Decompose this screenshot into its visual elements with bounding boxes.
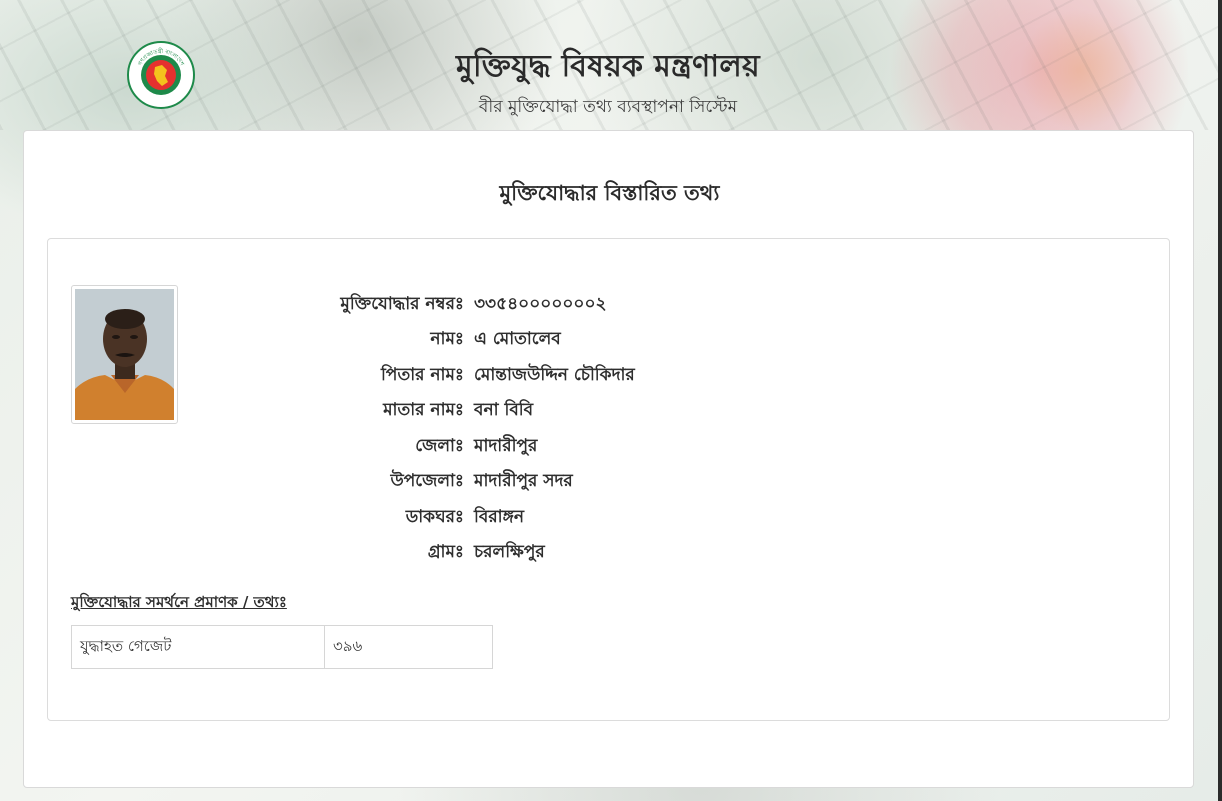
proof-number-cell: ৩৯৬: [324, 625, 493, 669]
field-label: মুক্তিযোদ্ধার নম্বরঃ: [340, 293, 464, 314]
field-father-name: পিতার নামঃ মোন্তাজউদ্দিন চৌকিদার: [248, 358, 635, 394]
proof-heading: মুক্তিযোদ্ধার সমর্থনে প্রমাণক / তথ্যঃ: [71, 593, 287, 611]
portrait-image: [75, 289, 174, 420]
field-mother-name: মাতার নামঃ বনা বিবি: [248, 394, 635, 430]
field-fighter-number: মুক্তিযোদ্ধার নম্বরঃ ৩৩৫৪০০০০০০০২: [248, 287, 635, 323]
field-label: গ্রামঃ: [427, 542, 464, 563]
field-name: নামঃ এ মোতালেব: [248, 323, 635, 359]
field-value: চরলক্ষিপুর: [474, 542, 545, 563]
site-header: গণপ্রজাতন্ত্রী বাংলাদেশ সরকার মুক্তিযুদ্…: [0, 0, 1222, 130]
field-label: ডাকঘরঃ: [405, 506, 464, 527]
field-value: মাদারীপুর সদর: [474, 471, 573, 492]
freedom-fighter-photo: [71, 285, 178, 424]
table-row: যুদ্ধাহত গেজেট ৩৯৬: [71, 625, 493, 669]
proof-table: যুদ্ধাহত গেজেট ৩৯৬: [71, 625, 493, 669]
main-card: মুক্তিযোদ্ধার বিস্তারিত তথ্য মুক্তিযোদ্ধ…: [23, 130, 1194, 788]
field-value: মাদারীপুর: [474, 435, 538, 456]
field-label: নামঃ: [430, 329, 464, 350]
field-upazila: উপজেলাঃ মাদারীপুর সদর: [248, 465, 635, 501]
window-scrollbar[interactable]: [1218, 0, 1222, 801]
field-label: পিতার নামঃ: [381, 364, 464, 385]
page-title: মুক্তিযোদ্ধার বিস্তারিত তথ্য: [499, 180, 720, 205]
field-label: মাতার নামঃ: [383, 400, 464, 421]
site-title: মুক্তিযুদ্ধ বিষয়ক মন্ত্রণালয়: [456, 49, 760, 84]
field-value: বিরাঙ্গন: [474, 506, 525, 527]
field-value: বনা বিবি: [474, 400, 534, 421]
field-label: উপজেলাঃ: [390, 471, 464, 492]
field-value: এ মোতালেব: [474, 329, 561, 350]
site-subtitle: বীর মুক্তিযোদ্ধা তথ্য ব্যবস্থাপনা সিস্টে…: [478, 97, 738, 117]
field-post-office: ডাকঘরঃ বিরাঙ্গন: [248, 500, 635, 536]
detail-panel: মুক্তিযোদ্ধার নম্বরঃ ৩৩৫৪০০০০০০০২ নামঃ এ…: [47, 238, 1170, 721]
field-label: জেলাঃ: [415, 435, 464, 456]
field-value: মোন্তাজউদ্দিন চৌকিদার: [474, 364, 635, 385]
field-district: জেলাঃ মাদারীপুর: [248, 429, 635, 465]
proof-source-cell: যুদ্ধাহত গেজেট: [71, 625, 325, 669]
field-village: গ্রামঃ চরলক্ষিপুর: [248, 536, 635, 572]
profile-fields: মুক্তিযোদ্ধার নম্বরঃ ৩৩৫৪০০০০০০০২ নামঃ এ…: [248, 287, 635, 572]
field-value: ৩৩৫৪০০০০০০০২: [474, 293, 607, 314]
